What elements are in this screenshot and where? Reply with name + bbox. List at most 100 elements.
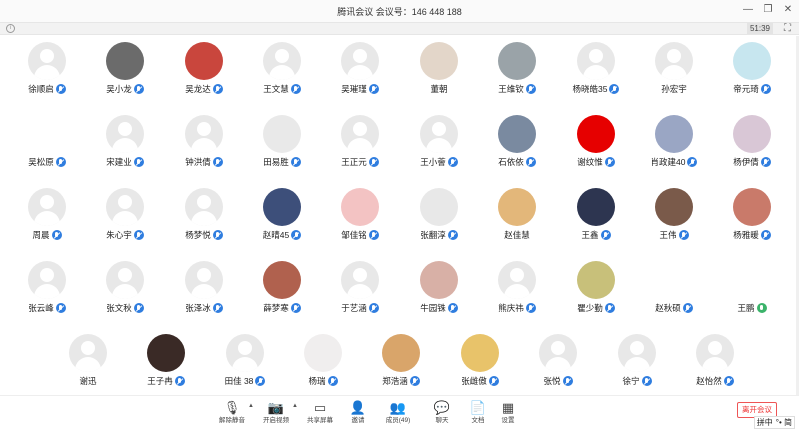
participant-tile[interactable]: 赵佳慧 [477, 182, 557, 248]
participant-tile[interactable]: 帝元琦 [712, 36, 792, 102]
settings-button[interactable]: ▦ 设置 [486, 399, 530, 429]
participant-tile[interactable]: 张文秋 [85, 255, 165, 321]
participant-tile[interactable]: 周晨 [7, 182, 87, 248]
participant-tile[interactable]: 王伟 [634, 182, 714, 248]
participant-tile[interactable]: 肖政建40 [634, 109, 714, 175]
participant-tile[interactable]: 赵怡然 [675, 328, 755, 394]
participant-name-line: 邹佳铭 [320, 229, 400, 241]
participant-tile[interactable]: 田佳 38 [205, 328, 285, 394]
participant-name-line: 张悦 [518, 375, 598, 387]
participant-tile[interactable]: 杨晓皓35 [556, 36, 636, 102]
participant-tile[interactable]: 薛梦寒 [242, 255, 322, 321]
participant-name-line: 王伟 [634, 229, 714, 241]
title-bar: 腾讯会议 会议号：146 448 188 — ❐ ✕ [0, 0, 799, 22]
participant-name-line: 熊庆祎 [477, 302, 557, 314]
participant-tile[interactable]: 吴松原 [7, 109, 87, 175]
participant-tile[interactable]: 王子冉 [126, 328, 206, 394]
participant-tile[interactable]: 王文慧 [242, 36, 322, 102]
participant-name-line: 吴龙达 [164, 83, 244, 95]
close-icon[interactable]: ✕ [783, 4, 793, 16]
participant-tile[interactable]: 谢迅 [48, 328, 128, 394]
ime-mode-label: 拼中 [756, 418, 773, 427]
participant-tile[interactable]: 郑浩涵 [361, 328, 441, 394]
participant-tile[interactable]: 张云峰 [7, 255, 87, 321]
avatar [106, 42, 144, 80]
info-icon[interactable]: i [6, 24, 15, 33]
participant-tile[interactable]: 吴小龙 [85, 36, 165, 102]
mic-muted-icon [133, 84, 144, 94]
participant-name: 徐宁 [622, 376, 640, 386]
participant-tile[interactable]: 杨瑞 [283, 328, 363, 394]
participant-name: 于艺涵 [341, 303, 367, 313]
participant-tile[interactable]: 张翻淳 [399, 182, 479, 248]
participant-name: 赵怡然 [696, 376, 722, 386]
minimize-icon[interactable]: — [743, 4, 753, 16]
ime-indicator[interactable]: 拼中 °• 简 [753, 416, 795, 429]
members-icon: 👥 [389, 400, 407, 415]
members-button[interactable]: 👥 成员(49) [376, 399, 420, 429]
participant-tile[interactable]: 于艺涵 [320, 255, 400, 321]
participant-tile[interactable]: 张泽冰 [164, 255, 244, 321]
participant-tile[interactable]: 邹佳铭 [320, 182, 400, 248]
participant-tile[interactable]: 王鹏 [712, 255, 792, 321]
avatar [696, 334, 734, 372]
participant-tile[interactable]: 张雌傲 [440, 328, 520, 394]
caret-up-icon[interactable]: ▲ [248, 403, 254, 409]
avatar [655, 42, 693, 80]
restore-icon[interactable]: ❐ [763, 4, 773, 16]
participant-tile[interactable]: 王鑫 [556, 182, 636, 248]
mic-muted-icon [290, 157, 301, 167]
participant-tile[interactable]: 徐顺启 [7, 36, 87, 102]
participant-tile[interactable]: 朱心宇 [85, 182, 165, 248]
avatar [106, 188, 144, 226]
avatar [618, 334, 656, 372]
participant-tile[interactable]: 吴璀瑾 [320, 36, 400, 102]
avatar [341, 115, 379, 153]
participant-tile[interactable]: 王小薈 [399, 109, 479, 175]
participant-name-line: 肖政建40 [634, 156, 714, 168]
participant-tile[interactable]: 钟洪倩 [164, 109, 244, 175]
participant-tile[interactable]: 杨伊倩 [712, 109, 792, 175]
participant-tile[interactable]: 张悦 [518, 328, 598, 394]
participant-name: 石依依 [498, 157, 524, 167]
participant-name-line: 董朝 [399, 83, 479, 95]
caret-up-icon[interactable]: ▲ [292, 403, 298, 409]
participant-name: 徐顺启 [28, 84, 54, 94]
participant-tile[interactable]: 吴龙达 [164, 36, 244, 102]
participant-name: 王小薈 [420, 157, 446, 167]
participant-tile[interactable]: 牛园铢 [399, 255, 479, 321]
mic-muted-icon [760, 84, 771, 94]
participant-tile[interactable]: 王正元 [320, 109, 400, 175]
participant-name: 董朝 [430, 84, 448, 94]
participant-tile[interactable]: 谢纹惟 [556, 109, 636, 175]
participant-tile[interactable]: 石依依 [477, 109, 557, 175]
participant-tile[interactable]: 孙宏宇 [634, 36, 714, 102]
participant-tile[interactable]: 杨雅暖 [712, 182, 792, 248]
participant-name-line: 赵佳慧 [477, 229, 557, 241]
invite-button[interactable]: 👤 邀请 [336, 399, 380, 429]
participant-tile[interactable]: 徐宁 [597, 328, 677, 394]
participant-name: 杨晓皓35 [572, 84, 608, 94]
mic-muted-icon [212, 84, 223, 94]
participant-name: 赵晴45 [262, 230, 290, 240]
participant-tile[interactable]: 宋建业 [85, 109, 165, 175]
participant-tile[interactable]: 杨梦悦 [164, 182, 244, 248]
participant-name: 谢迅 [79, 376, 97, 386]
participant-name: 周晨 [32, 230, 50, 240]
fullscreen-icon[interactable]: ⛶ [784, 23, 791, 34]
participant-tile[interactable]: 熊庆祎 [477, 255, 557, 321]
mic-muted-icon [447, 157, 458, 167]
participant-tile[interactable]: 赵秋硕 [634, 255, 714, 321]
participant-name-line: 杨晓皓35 [556, 83, 636, 95]
avatar [539, 334, 577, 372]
participant-name-line: 张泽冰 [164, 302, 244, 314]
participant-tile[interactable]: 赵晴45 [242, 182, 322, 248]
participant-tile[interactable]: 瞿少勤 [556, 255, 636, 321]
participant-name-line: 谢迅 [48, 375, 128, 387]
participant-name: 帝元琦 [733, 84, 759, 94]
participant-tile[interactable]: 田易胜 [242, 109, 322, 175]
participant-name-line: 张雌傲 [440, 375, 520, 387]
participant-tile[interactable]: 董朝 [399, 36, 479, 102]
participant-name: 邹佳铭 [341, 230, 367, 240]
participant-tile[interactable]: 王维钦 [477, 36, 557, 102]
